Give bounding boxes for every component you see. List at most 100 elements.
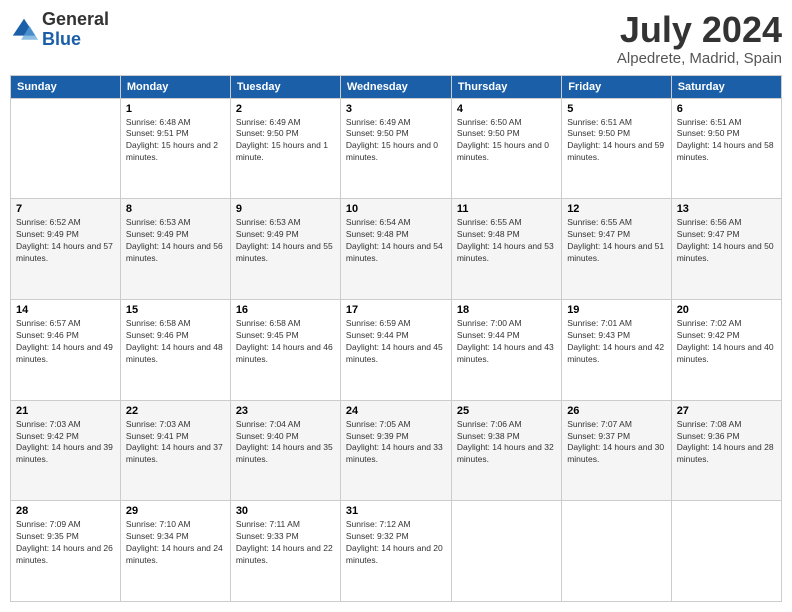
day-number: 26 [567,405,666,417]
day-info: Sunrise: 7:07 AM Sunset: 9:37 PM Dayligh… [567,419,666,467]
sunrise: Sunrise: 7:02 AM [677,318,742,328]
sunrise: Sunrise: 6:49 AM [236,117,301,127]
daylight: Daylight: 14 hours and 56 minutes. [126,241,223,263]
day-number: 23 [236,405,335,417]
day-info: Sunrise: 7:10 AM Sunset: 9:34 PM Dayligh… [126,519,225,567]
sunrise: Sunrise: 6:54 AM [346,217,411,227]
sunrise: Sunrise: 7:10 AM [126,519,191,529]
day-info: Sunrise: 6:51 AM Sunset: 9:50 PM Dayligh… [567,117,666,165]
day-info: Sunrise: 7:06 AM Sunset: 9:38 PM Dayligh… [457,419,556,467]
daylight: Daylight: 15 hours and 2 minutes. [126,140,218,162]
daylight: Daylight: 14 hours and 54 minutes. [346,241,443,263]
sunset: Sunset: 9:49 PM [236,229,299,239]
day-info: Sunrise: 7:03 AM Sunset: 9:42 PM Dayligh… [16,419,115,467]
sunrise: Sunrise: 6:53 AM [236,217,301,227]
daylight: Daylight: 14 hours and 58 minutes. [677,140,774,162]
day-cell: 15 Sunrise: 6:58 AM Sunset: 9:46 PM Dayl… [120,299,230,400]
day-number: 17 [346,304,446,316]
week-row-3: 14 Sunrise: 6:57 AM Sunset: 9:46 PM Dayl… [11,299,782,400]
daylight: Daylight: 14 hours and 33 minutes. [346,442,443,464]
day-number: 12 [567,203,666,215]
day-number: 11 [457,203,556,215]
day-info: Sunrise: 7:09 AM Sunset: 9:35 PM Dayligh… [16,519,115,567]
sunrise: Sunrise: 7:05 AM [346,419,411,429]
sunset: Sunset: 9:33 PM [236,531,299,541]
day-number: 8 [126,203,225,215]
daylight: Daylight: 14 hours and 30 minutes. [567,442,664,464]
logo-blue: Blue [42,30,109,50]
logo-general: General [42,10,109,30]
day-number: 3 [346,103,446,115]
sunrise: Sunrise: 7:12 AM [346,519,411,529]
week-row-2: 7 Sunrise: 6:52 AM Sunset: 9:49 PM Dayli… [11,199,782,300]
day-cell: 16 Sunrise: 6:58 AM Sunset: 9:45 PM Dayl… [230,299,340,400]
daylight: Daylight: 14 hours and 20 minutes. [346,543,443,565]
sunset: Sunset: 9:44 PM [346,330,409,340]
daylight: Daylight: 14 hours and 42 minutes. [567,342,664,364]
sunset: Sunset: 9:40 PM [236,431,299,441]
day-number: 4 [457,103,556,115]
day-info: Sunrise: 6:54 AM Sunset: 9:48 PM Dayligh… [346,217,446,265]
day-info: Sunrise: 6:51 AM Sunset: 9:50 PM Dayligh… [677,117,776,165]
daylight: Daylight: 14 hours and 51 minutes. [567,241,664,263]
day-number: 15 [126,304,225,316]
day-cell: 21 Sunrise: 7:03 AM Sunset: 9:42 PM Dayl… [11,400,121,501]
sunset: Sunset: 9:35 PM [16,531,79,541]
sunrise: Sunrise: 7:08 AM [677,419,742,429]
sunrise: Sunrise: 7:01 AM [567,318,632,328]
day-cell: 14 Sunrise: 6:57 AM Sunset: 9:46 PM Dayl… [11,299,121,400]
sunset: Sunset: 9:50 PM [236,128,299,138]
sunrise: Sunrise: 7:11 AM [236,519,300,529]
sunset: Sunset: 9:50 PM [567,128,630,138]
sunset: Sunset: 9:32 PM [346,531,409,541]
day-cell: 25 Sunrise: 7:06 AM Sunset: 9:38 PM Dayl… [451,400,561,501]
sunrise: Sunrise: 7:07 AM [567,419,632,429]
sunset: Sunset: 9:50 PM [677,128,740,138]
logo-icon [10,16,38,44]
sunrise: Sunrise: 6:55 AM [567,217,632,227]
day-cell: 12 Sunrise: 6:55 AM Sunset: 9:47 PM Dayl… [562,199,672,300]
day-cell: 2 Sunrise: 6:49 AM Sunset: 9:50 PM Dayli… [230,98,340,199]
day-cell: 23 Sunrise: 7:04 AM Sunset: 9:40 PM Dayl… [230,400,340,501]
daylight: Daylight: 14 hours and 40 minutes. [677,342,774,364]
day-info: Sunrise: 7:01 AM Sunset: 9:43 PM Dayligh… [567,318,666,366]
daylight: Daylight: 15 hours and 0 minutes. [457,140,549,162]
daylight: Daylight: 15 hours and 0 minutes. [346,140,438,162]
day-number: 24 [346,405,446,417]
header: General Blue July 2024 Alpedrete, Madrid… [10,10,782,67]
daylight: Daylight: 14 hours and 48 minutes. [126,342,223,364]
day-cell: 8 Sunrise: 6:53 AM Sunset: 9:49 PM Dayli… [120,199,230,300]
day-cell: 4 Sunrise: 6:50 AM Sunset: 9:50 PM Dayli… [451,98,561,199]
sunrise: Sunrise: 6:55 AM [457,217,522,227]
day-cell: 28 Sunrise: 7:09 AM Sunset: 9:35 PM Dayl… [11,501,121,602]
sunset: Sunset: 9:43 PM [567,330,630,340]
day-cell: 7 Sunrise: 6:52 AM Sunset: 9:49 PM Dayli… [11,199,121,300]
sunset: Sunset: 9:34 PM [126,531,189,541]
day-info: Sunrise: 7:00 AM Sunset: 9:44 PM Dayligh… [457,318,556,366]
daylight: Daylight: 14 hours and 50 minutes. [677,241,774,263]
week-row-5: 28 Sunrise: 7:09 AM Sunset: 9:35 PM Dayl… [11,501,782,602]
daylight: Daylight: 14 hours and 32 minutes. [457,442,554,464]
day-cell: 11 Sunrise: 6:55 AM Sunset: 9:48 PM Dayl… [451,199,561,300]
header-friday: Friday [562,75,672,98]
sunset: Sunset: 9:50 PM [346,128,409,138]
day-info: Sunrise: 6:55 AM Sunset: 9:47 PM Dayligh… [567,217,666,265]
day-number: 2 [236,103,335,115]
sunrise: Sunrise: 6:53 AM [126,217,191,227]
day-cell: 5 Sunrise: 6:51 AM Sunset: 9:50 PM Dayli… [562,98,672,199]
day-info: Sunrise: 6:53 AM Sunset: 9:49 PM Dayligh… [236,217,335,265]
day-cell [562,501,672,602]
day-cell: 18 Sunrise: 7:00 AM Sunset: 9:44 PM Dayl… [451,299,561,400]
day-info: Sunrise: 7:02 AM Sunset: 9:42 PM Dayligh… [677,318,776,366]
day-info: Sunrise: 7:08 AM Sunset: 9:36 PM Dayligh… [677,419,776,467]
day-info: Sunrise: 6:55 AM Sunset: 9:48 PM Dayligh… [457,217,556,265]
sunset: Sunset: 9:45 PM [236,330,299,340]
day-cell: 6 Sunrise: 6:51 AM Sunset: 9:50 PM Dayli… [671,98,781,199]
sunset: Sunset: 9:47 PM [677,229,740,239]
day-number: 21 [16,405,115,417]
day-cell: 31 Sunrise: 7:12 AM Sunset: 9:32 PM Dayl… [340,501,451,602]
day-info: Sunrise: 7:12 AM Sunset: 9:32 PM Dayligh… [346,519,446,567]
day-info: Sunrise: 7:11 AM Sunset: 9:33 PM Dayligh… [236,519,335,567]
day-number: 31 [346,505,446,517]
sunset: Sunset: 9:42 PM [16,431,79,441]
